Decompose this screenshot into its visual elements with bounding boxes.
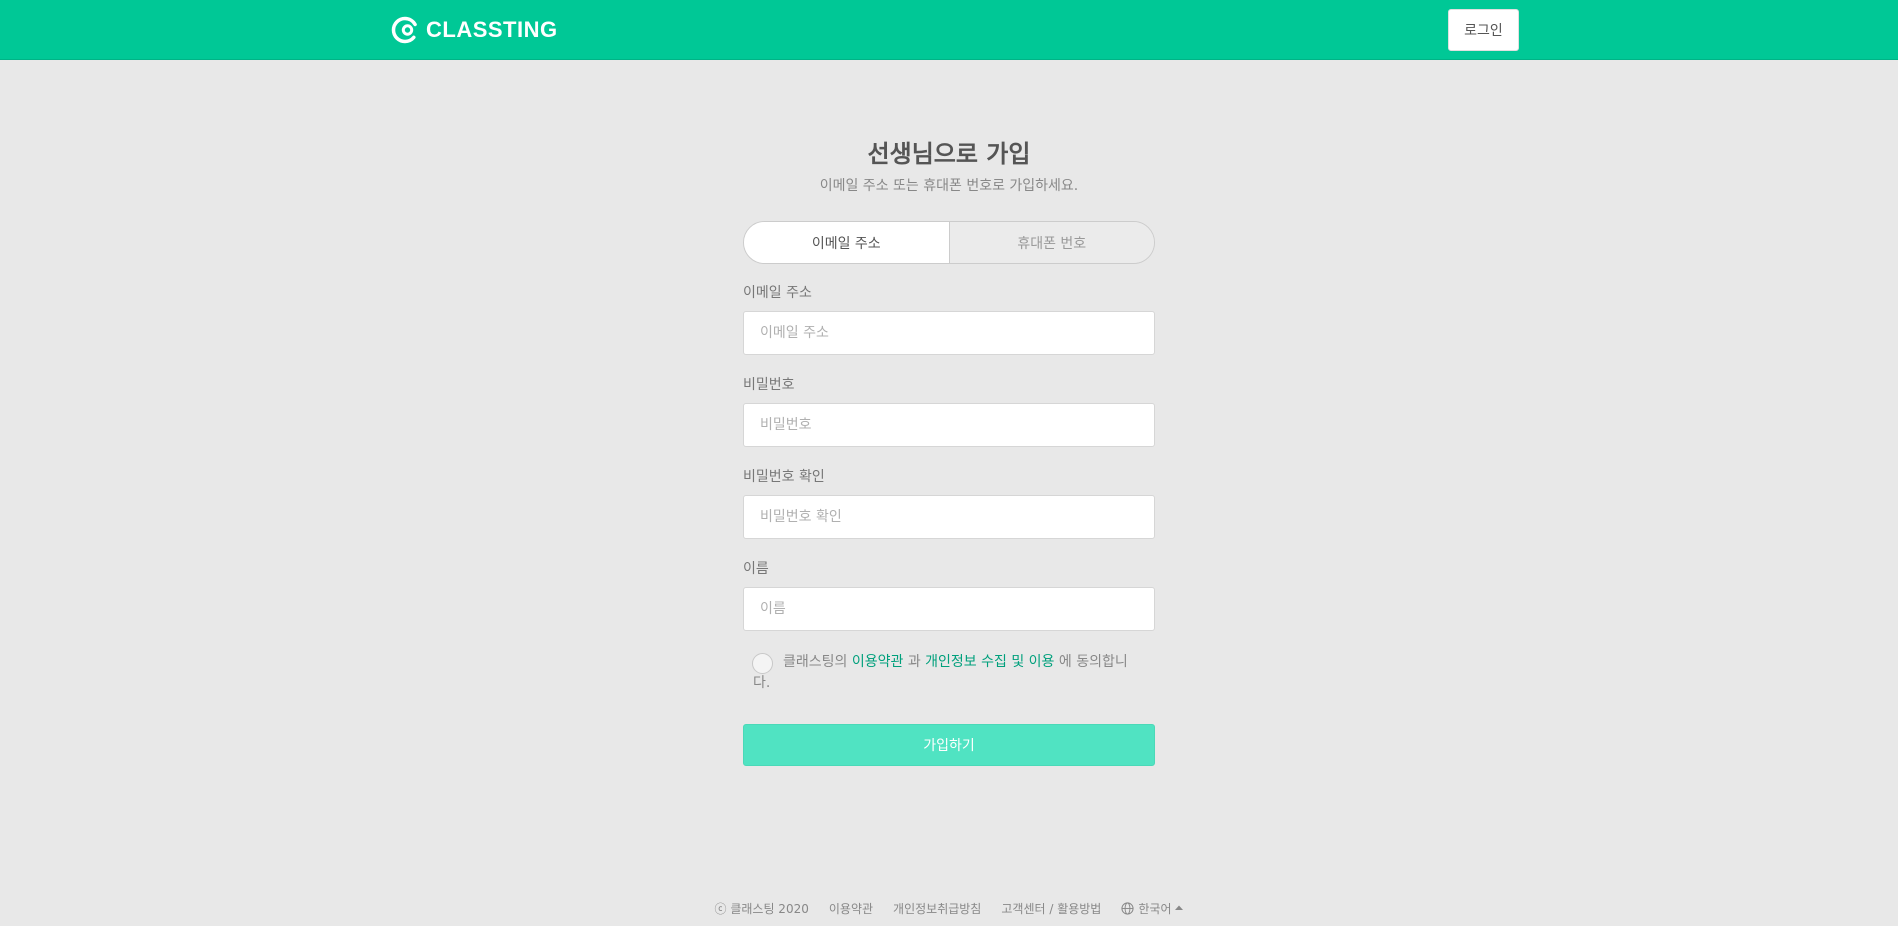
footer-privacy-link[interactable]: 개인정보취급방침: [893, 900, 981, 917]
password-confirm-field[interactable]: [743, 495, 1155, 539]
terms-link[interactable]: 이용약관: [852, 654, 904, 670]
name-label: 이름: [743, 561, 769, 577]
signup-form: 선생님으로 가입 이메일 주소 또는 휴대폰 번호로 가입하세요. 이메일 주소…: [743, 136, 1155, 766]
tab-email[interactable]: 이메일 주소: [744, 222, 950, 263]
agreement-prefix: 클래스팅의: [783, 654, 852, 670]
signup-button[interactable]: 가입하기: [743, 724, 1155, 766]
privacy-link[interactable]: 개인정보 수집 및 이용: [925, 654, 1054, 670]
footer-copyright: ⓒ 클래스팅 2020: [714, 901, 809, 916]
tab-phone[interactable]: 휴대폰 번호: [949, 222, 1154, 263]
password-confirm-label: 비밀번호 확인: [743, 469, 825, 485]
email-label: 이메일 주소: [743, 285, 812, 301]
caret-up-icon: [1175, 905, 1184, 910]
agreement-row: 클래스팅의 이용약관 과 개인정보 수집 및 이용 에 동의합니다.: [743, 652, 1155, 694]
password-field[interactable]: [743, 403, 1155, 447]
agreement-text: 클래스팅의 이용약관 과 개인정보 수집 및 이용 에 동의합니다.: [753, 652, 1155, 694]
login-button[interactable]: 로그인: [1448, 9, 1519, 51]
page-title: 선생님으로 가입: [867, 140, 1031, 168]
agreement-middle: 과: [903, 654, 926, 670]
classting-logo-icon: [391, 16, 419, 44]
footer: ⓒ 클래스팅 2020 이용약관 개인정보취급방침 고객센터 / 활용방법 한국…: [0, 898, 1898, 918]
footer-terms-link[interactable]: 이용약관: [829, 900, 873, 917]
email-field[interactable]: [743, 311, 1155, 355]
logo-text: CLASSTING: [426, 17, 558, 42]
agreement-checkbox[interactable]: [752, 653, 773, 674]
language-label: 한국어: [1138, 901, 1172, 916]
language-selector[interactable]: 한국어: [1121, 900, 1184, 917]
password-label: 비밀번호: [743, 377, 795, 393]
name-field[interactable]: [743, 587, 1155, 631]
footer-support-link[interactable]: 고객센터 / 활용방법: [1001, 900, 1101, 917]
classting-logo[interactable]: CLASSTING: [390, 14, 558, 46]
globe-icon: [1121, 901, 1134, 915]
page-subtitle: 이메일 주소 또는 휴대폰 번호로 가입하세요.: [819, 178, 1079, 194]
signup-method-tabs: 이메일 주소 휴대폰 번호: [743, 221, 1155, 264]
top-header: CLASSTING 로그인: [0, 0, 1898, 60]
